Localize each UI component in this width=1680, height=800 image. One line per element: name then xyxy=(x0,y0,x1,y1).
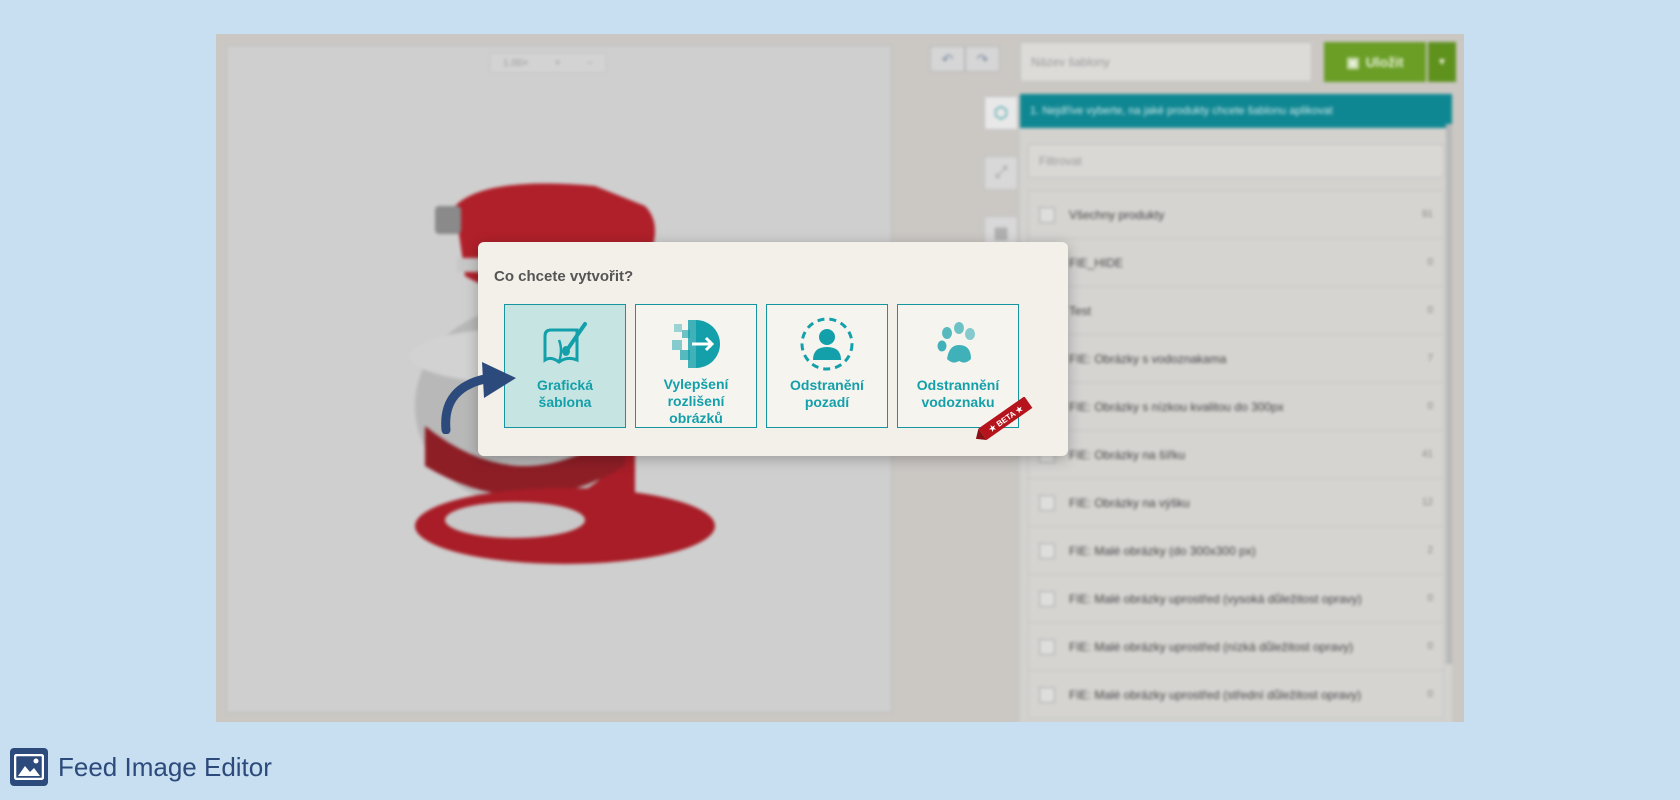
product-filter-panel: 1. Nejdříve vyberte, na jaké produkty ch… xyxy=(1020,94,1452,722)
product-group-row[interactable]: FIE: Malé obrázky uprostřed (nízká důlež… xyxy=(1028,623,1444,671)
row-label: FIE: Malé obrázky uprostřed (vysoká důle… xyxy=(1069,591,1362,606)
row-label: FIE: Malé obrázky uprostřed (nízká důlež… xyxy=(1069,639,1354,654)
product-group-list: Všechny produkty 91 FIE_HIDE 0 Test 0 FIE: Obr… xyxy=(1028,190,1444,719)
option-graphic-template[interactable]: Grafická šablona xyxy=(504,304,626,428)
product-group-row[interactable]: FIE: Obrázky s vodoznakama 7 xyxy=(1028,335,1444,383)
row-count: 0 xyxy=(1427,641,1433,652)
redo-icon: ↷ xyxy=(976,50,989,67)
paint-brush-template-icon xyxy=(537,315,593,373)
filter-input[interactable]: Filtrovat xyxy=(1028,144,1444,178)
product-group-row[interactable]: FIE: Obrázky na šířku 41 xyxy=(1028,431,1444,479)
pointer-arrow-icon xyxy=(441,362,516,434)
panel-step-header: 1. Nejdříve vyberte, na jaké produkty ch… xyxy=(1020,94,1452,128)
row-count: 2 xyxy=(1427,545,1433,556)
row-checkbox[interactable] xyxy=(1039,494,1055,511)
row-count: 0 xyxy=(1427,689,1433,700)
option-upscale[interactable]: Vylepšení rozlišení obrázků xyxy=(635,304,757,428)
product-group-row[interactable]: FIE: Malé obrázky uprostřed (vysoká důle… xyxy=(1028,575,1444,623)
row-count: 12 xyxy=(1421,497,1433,508)
product-box-button[interactable]: ⬡ xyxy=(984,96,1018,130)
row-label: FIE_HIDE xyxy=(1069,255,1124,270)
save-label: Uložit xyxy=(1365,54,1404,70)
row-checkbox[interactable] xyxy=(1039,686,1055,703)
zoom-out-button[interactable]: − xyxy=(587,58,593,69)
product-group-row[interactable]: FIE: Obrázky na výšku 12 xyxy=(1028,479,1444,527)
zoom-level[interactable]: 1.00× xyxy=(503,58,528,69)
option-remove-watermark[interactable]: Odstrannění vodoznaku ★ BETA ★ xyxy=(897,304,1033,440)
row-count: 0 xyxy=(1427,401,1433,412)
redo-button[interactable]: ↷ xyxy=(965,46,1000,72)
panel-scrollbar[interactable] xyxy=(1446,124,1452,664)
undo-icon: ↶ xyxy=(941,50,954,67)
row-count: 41 xyxy=(1421,449,1433,460)
row-checkbox[interactable] xyxy=(1039,206,1055,223)
option-label: Grafická šablona xyxy=(536,377,594,410)
product-group-row[interactable]: FIE_HIDE 0 xyxy=(1028,239,1444,287)
brand-name: Feed Image Editor xyxy=(58,751,272,782)
person-cutout-icon xyxy=(799,315,855,373)
product-group-row[interactable]: Všechny produkty 91 xyxy=(1028,191,1444,239)
expand-icon: ⤢ xyxy=(994,164,1008,181)
row-count: 91 xyxy=(1421,209,1433,220)
save-dropdown-button[interactable]: ▼ xyxy=(1428,42,1456,82)
row-checkbox[interactable] xyxy=(1039,590,1055,607)
row-count: 7 xyxy=(1427,353,1433,364)
row-label: FIE: Obrázky na šířku xyxy=(1069,447,1186,462)
beta-ribbon: ★ BETA ★ xyxy=(976,397,1033,440)
product-group-row[interactable]: FIE: Malé obrázky uprostřed (střední důl… xyxy=(1028,671,1444,719)
row-label: FIE: Obrázky na výšku xyxy=(1069,495,1190,510)
row-label: FIE: Malé obrázky uprostřed (střední důl… xyxy=(1069,687,1362,702)
undo-button[interactable]: ↶ xyxy=(930,46,965,72)
row-label: FIE: Obrázky s nízkou kvalitou do 300px xyxy=(1069,399,1284,414)
image-logo-icon xyxy=(10,748,48,786)
dialog-title: Co chcete vytvořit? xyxy=(494,268,634,285)
paw-watermark-icon xyxy=(933,315,983,373)
history-buttons: ↶ ↷ xyxy=(930,46,1000,72)
row-count: 0 xyxy=(1427,305,1433,316)
chevron-down-icon: ▼ xyxy=(1437,56,1447,68)
option-remove-background[interactable]: Odstranění pozadí xyxy=(766,304,888,428)
row-label: Test xyxy=(1069,303,1092,318)
fullscreen-button[interactable]: ⤢ xyxy=(984,156,1018,190)
product-group-row[interactable]: FIE: Malé obrázky (do 300x300 px) 2 xyxy=(1028,527,1444,575)
grid-icon: ▦ xyxy=(993,225,1009,242)
create-dialog: Co chcete vytvořit? Grafická šablona Vyl… xyxy=(478,242,1068,456)
option-label: Vylepšení rozlišení obrázků xyxy=(663,376,729,426)
row-checkbox[interactable] xyxy=(1039,542,1055,559)
cube-icon: ⬡ xyxy=(994,105,1008,122)
row-count: 0 xyxy=(1427,257,1433,268)
row-count: 0 xyxy=(1427,593,1433,604)
save-button[interactable]: ▣ Uložit xyxy=(1324,42,1426,82)
pixel-upscale-icon xyxy=(668,315,724,372)
row-checkbox[interactable] xyxy=(1039,638,1055,655)
brand: Feed Image Editor xyxy=(10,748,272,786)
dialog-options: Grafická šablona Vylepšení rozlišení obr… xyxy=(504,304,1033,440)
row-label: Všechny produkty xyxy=(1069,207,1165,222)
template-name-input[interactable]: Název šablony xyxy=(1020,42,1312,82)
zoom-toolbar: 1.00× + − xyxy=(489,52,607,74)
row-label: FIE: Malé obrázky (do 300x300 px) xyxy=(1069,543,1256,558)
product-group-row[interactable]: Test 0 xyxy=(1028,287,1444,335)
save-icon: ▣ xyxy=(1346,53,1360,70)
product-group-row[interactable]: FIE: Obrázky s nízkou kvalitou do 300px 0 xyxy=(1028,383,1444,431)
option-label: Odstranění pozadí xyxy=(790,377,864,410)
row-label: FIE: Obrázky s vodoznakama xyxy=(1069,351,1227,366)
zoom-in-button[interactable]: + xyxy=(555,58,561,69)
